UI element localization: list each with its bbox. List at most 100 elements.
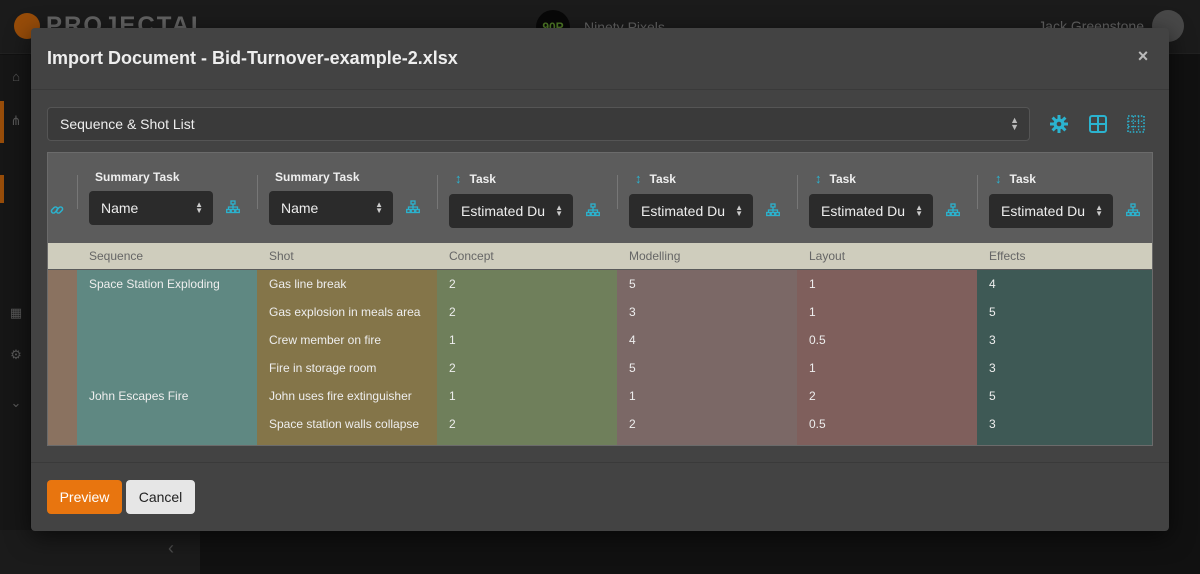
table-cell: 1 [797,354,977,382]
column-divider [77,175,78,209]
selection-grid-icon[interactable] [1126,114,1146,134]
table-cell [257,438,437,445]
table-cell: 1 [437,326,617,354]
modal-footer: Preview Cancel [31,462,1169,531]
table-cell [617,438,797,445]
table-cell [77,410,257,438]
hierarchy-icon[interactable] [586,203,600,217]
mapping-type-label: ↕ Task [815,171,856,186]
mapping-type-text: Task [469,172,496,186]
link-icon[interactable] [50,203,64,217]
table-row: John Escapes Fire John uses fire extingui… [48,382,1152,410]
table-cell: 4 [617,326,797,354]
table-row: Space station walls collapse 2 2 0.5 3 [48,410,1152,438]
column-divider [617,175,618,209]
mapping-field-select[interactable]: Name ▲ ▼ [89,191,213,225]
table-cell: Gas line break [257,270,437,298]
mapping-type-text: Summary Task [275,170,360,184]
select-arrows-icon: ▲ ▼ [375,200,383,215]
table-cell [977,438,1152,445]
column-header: Effects [989,249,1026,263]
table-cell: 3 [977,354,1152,382]
sheet-select-value: Sequence & Shot List [60,116,195,132]
sort-vertical-icon: ↕ [455,171,462,186]
mapping-field-value: Estimated Du [461,203,546,219]
mapping-field-value: Estimated Du [821,203,906,219]
mapping-type-label: Summary Task [275,170,360,184]
table-cell: Space Station Exploding [77,270,257,298]
sheet-select[interactable]: Sequence & Shot List ▲ ▼ [47,107,1030,141]
hierarchy-icon[interactable] [766,203,780,217]
modal-title: Import Document - Bid-Turnover-example-2… [47,48,458,68]
table-cell [48,326,77,354]
table-cell: 1 [797,298,977,326]
table-cell [77,326,257,354]
table-cell: 1 [797,270,977,298]
select-arrows-icon: ▲ ▼ [195,200,203,215]
table-cell: John uses fire extinguisher [257,382,437,410]
mapping-type-label: ↕ Task [455,171,496,186]
mapping-field-value: Estimated Du [1001,203,1086,219]
mapping-type-label: ↕ Task [995,171,1036,186]
table-header-row: Sequence Shot Concept Modelling Layout Effect… [48,243,1152,269]
mapping-type-text: Task [829,172,856,186]
column-divider [437,175,438,209]
hierarchy-icon[interactable] [226,200,240,214]
mapping-field-select[interactable]: Estimated Du ▲ ▼ [449,194,573,228]
table-cell [48,438,77,445]
table-cell: 1 [617,382,797,410]
table-cell: 2 [437,270,617,298]
table-cell: 5 [617,270,797,298]
table-cell: 2 [437,298,617,326]
grid-icon[interactable] [1088,114,1108,134]
import-document-modal: Import Document - Bid-Turnover-example-2… [31,28,1169,531]
table-cell [48,382,77,410]
table-cell: 4 [977,270,1152,298]
mapping-field-select[interactable]: Estimated Du ▲ ▼ [989,194,1113,228]
table-cell [77,354,257,382]
table-cell: 2 [437,410,617,438]
sort-vertical-icon: ↕ [635,171,642,186]
modal-header: Import Document - Bid-Turnover-example-2… [31,28,1169,90]
table-cell: Space station walls collapse [257,410,437,438]
table-cell [437,438,617,445]
table-cell: 2 [437,354,617,382]
table-cell: Gas explosion in meals area [257,298,437,326]
mapping-field-value: Name [281,200,319,216]
select-arrows-icon: ▲ ▼ [915,203,923,218]
column-divider [977,175,978,209]
table-cell [77,298,257,326]
sort-vertical-icon: ↕ [995,171,1002,186]
table-cell [48,410,77,438]
table-cell [77,438,257,445]
select-arrows-icon: ▲ ▼ [735,203,743,218]
hierarchy-icon[interactable] [946,203,960,217]
import-preview-table: Summary Task Name ▲ ▼ Summary Task Name ▲… [47,152,1153,446]
table-row: Space Station Exploding Gas line break 2 5 1… [48,270,1152,298]
mapping-field-select[interactable]: Estimated Du ▲ ▼ [809,194,933,228]
cancel-button[interactable]: Cancel [126,480,195,514]
mapping-field-select[interactable]: Name ▲ ▼ [269,191,393,225]
mapping-field-select[interactable]: Estimated Du ▲ ▼ [629,194,753,228]
table-cell [48,298,77,326]
table-cell: 0.5 [797,410,977,438]
table-cell: John Escapes Fire [77,382,257,410]
select-arrows-icon: ▲ ▼ [555,203,563,218]
column-mapping-row: Summary Task Name ▲ ▼ Summary Task Name ▲… [48,153,1152,243]
preview-button[interactable]: Preview [47,480,122,514]
close-icon[interactable]: × [1135,47,1151,65]
hierarchy-icon[interactable] [406,200,420,214]
column-divider [797,175,798,209]
table-cell: 5 [617,354,797,382]
table-cell: 3 [617,298,797,326]
hierarchy-icon[interactable] [1126,203,1140,217]
table-row: Fire in storage room 2 5 1 3 [48,354,1152,382]
table-row: Crew member on fire 1 4 0.5 3 [48,326,1152,354]
table-cell: 2 [797,382,977,410]
settings-icon[interactable] [1049,114,1069,134]
table-cell [48,270,77,298]
column-divider [257,175,258,209]
table-cell [797,438,977,445]
mapping-field-value: Name [101,200,139,216]
column-header [48,243,77,269]
